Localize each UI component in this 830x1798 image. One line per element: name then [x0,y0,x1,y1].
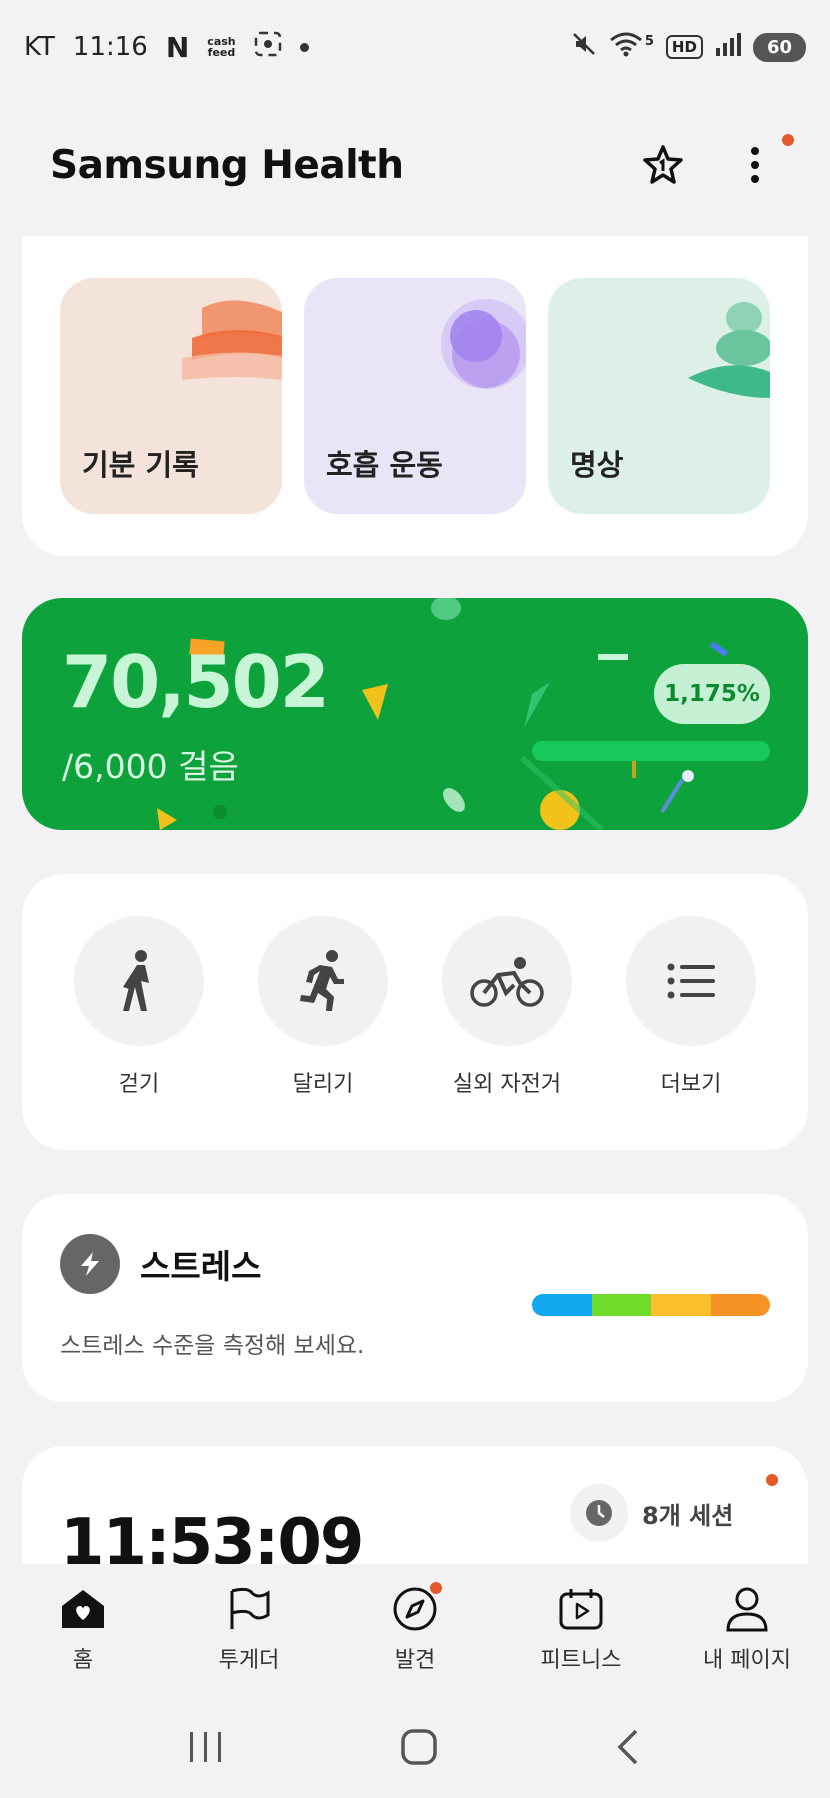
flag-icon [224,1584,274,1634]
walk-icon [74,916,204,1046]
nav-home[interactable]: 홈 [0,1564,166,1684]
stress-scale-segment [532,1294,592,1316]
nav-together[interactable]: 투게더 [166,1564,332,1684]
exercise-label: 달리기 [292,1072,354,1097]
back-chevron-icon [617,1729,638,1765]
nav-my-page[interactable]: 내 페이지 [664,1564,830,1684]
tile-label: 기분 기록 [82,448,199,482]
run-icon [258,916,388,1046]
stress-description: 스트레스 수준을 측정해 보세요. [60,1333,365,1359]
notification-dot [766,1474,778,1486]
breathing-illustration-icon [441,299,526,389]
tile-label: 명상 [570,448,624,482]
stress-title: 스트레스 [140,1247,262,1286]
stress-level-scale [532,1294,770,1316]
nav-label: 발견 [394,1648,436,1673]
sleep-sessions: 8개 세션 [570,1484,733,1542]
stress-card[interactable]: 스트레스 스트레스 수준을 측정해 보세요. [22,1194,808,1402]
person-icon [722,1584,772,1634]
bottom-navigation: 홈 투게더 발견 피트니스 내 페이지 [0,1564,830,1684]
exercise-card: 걷기 달리기 실외 자전거 더보기 [22,874,808,1150]
stress-scale-segment [651,1294,711,1316]
exercise-more[interactable]: 더보기 [626,916,756,1098]
cashfeed-bottom: feed [207,46,236,59]
tile-label: 호흡 운동 [326,448,443,482]
notification-dot [782,134,794,146]
wifi-icon [609,31,643,64]
back-button[interactable] [614,1728,642,1770]
stress-scale-segment [710,1294,770,1316]
mood-illustration-icon [182,300,282,380]
cashfeed-icon: cash feed [207,36,235,58]
mute-icon [571,31,597,64]
steps-progress-bar [532,741,770,761]
steps-card[interactable]: 70,502 /6,000 걸음 1,175% [22,598,808,830]
meditation-illustration-icon [688,302,770,398]
steps-count: 70,502 [62,640,330,724]
nav-label: 홈 [72,1648,94,1673]
home-button[interactable] [400,1728,438,1770]
meditation-tile[interactable]: 명상 [548,278,770,514]
battery-indicator: 60 [752,32,806,62]
home-square-icon [401,1729,437,1765]
more-vertical-icon [751,147,759,183]
nav-label: 내 페이지 [703,1648,791,1673]
nav-label: 피트니스 [540,1648,622,1673]
clock-icon [570,1484,628,1542]
system-navigation-bar [0,1700,830,1798]
hd-voice-icon: HD [665,35,703,59]
steps-percent-badge: 1,175% [654,664,770,724]
exercise-run[interactable]: 달리기 [258,916,388,1098]
list-icon [626,916,756,1046]
nav-fitness[interactable]: 피트니스 [498,1564,664,1684]
mindfulness-card: 기분 기록 호흡 운동 명상 [22,236,808,556]
naver-icon: N [165,30,190,64]
notification-dot [430,1582,442,1594]
nav-discover[interactable]: 발견 [332,1564,498,1684]
exercise-label: 걷기 [118,1072,160,1097]
more-options-button[interactable] [730,134,794,190]
favorites-button[interactable] [638,140,688,190]
carrier-label: KT [24,32,55,62]
exercise-bike[interactable]: 실외 자전거 [442,916,572,1098]
steps-goal: /6,000 걸음 [62,747,239,786]
recent-apps-button[interactable] [188,1730,224,1768]
steps-progress-fill [532,741,770,761]
home-heart-icon [58,1584,108,1634]
exercise-label: 실외 자전거 [452,1072,562,1097]
app-header: Samsung Health [0,120,830,210]
video-calendar-icon [556,1584,606,1634]
exercise-label: 더보기 [660,1072,722,1097]
stress-scale-segment [591,1294,651,1316]
recent-apps-icon [190,1732,221,1762]
mood-log-tile[interactable]: 기분 기록 [60,278,282,514]
clock: 11:16 [72,32,148,62]
bike-icon [442,916,572,1046]
nav-label: 투게더 [218,1648,280,1673]
app-title: Samsung Health [50,142,404,188]
exercise-walk[interactable]: 걷기 [74,916,204,1098]
screenshot-icon [254,31,282,64]
status-bar: KT 11:16 N cash feed 5 HD 60 [0,0,830,94]
more-notifications-icon [299,42,309,52]
sessions-count: 8개 세션 [642,1501,734,1530]
network-type: 5 [644,33,654,49]
breathing-tile[interactable]: 호흡 운동 [304,278,526,514]
star-icon [643,145,683,184]
lightning-icon [60,1234,120,1294]
signal-icon [715,32,741,63]
